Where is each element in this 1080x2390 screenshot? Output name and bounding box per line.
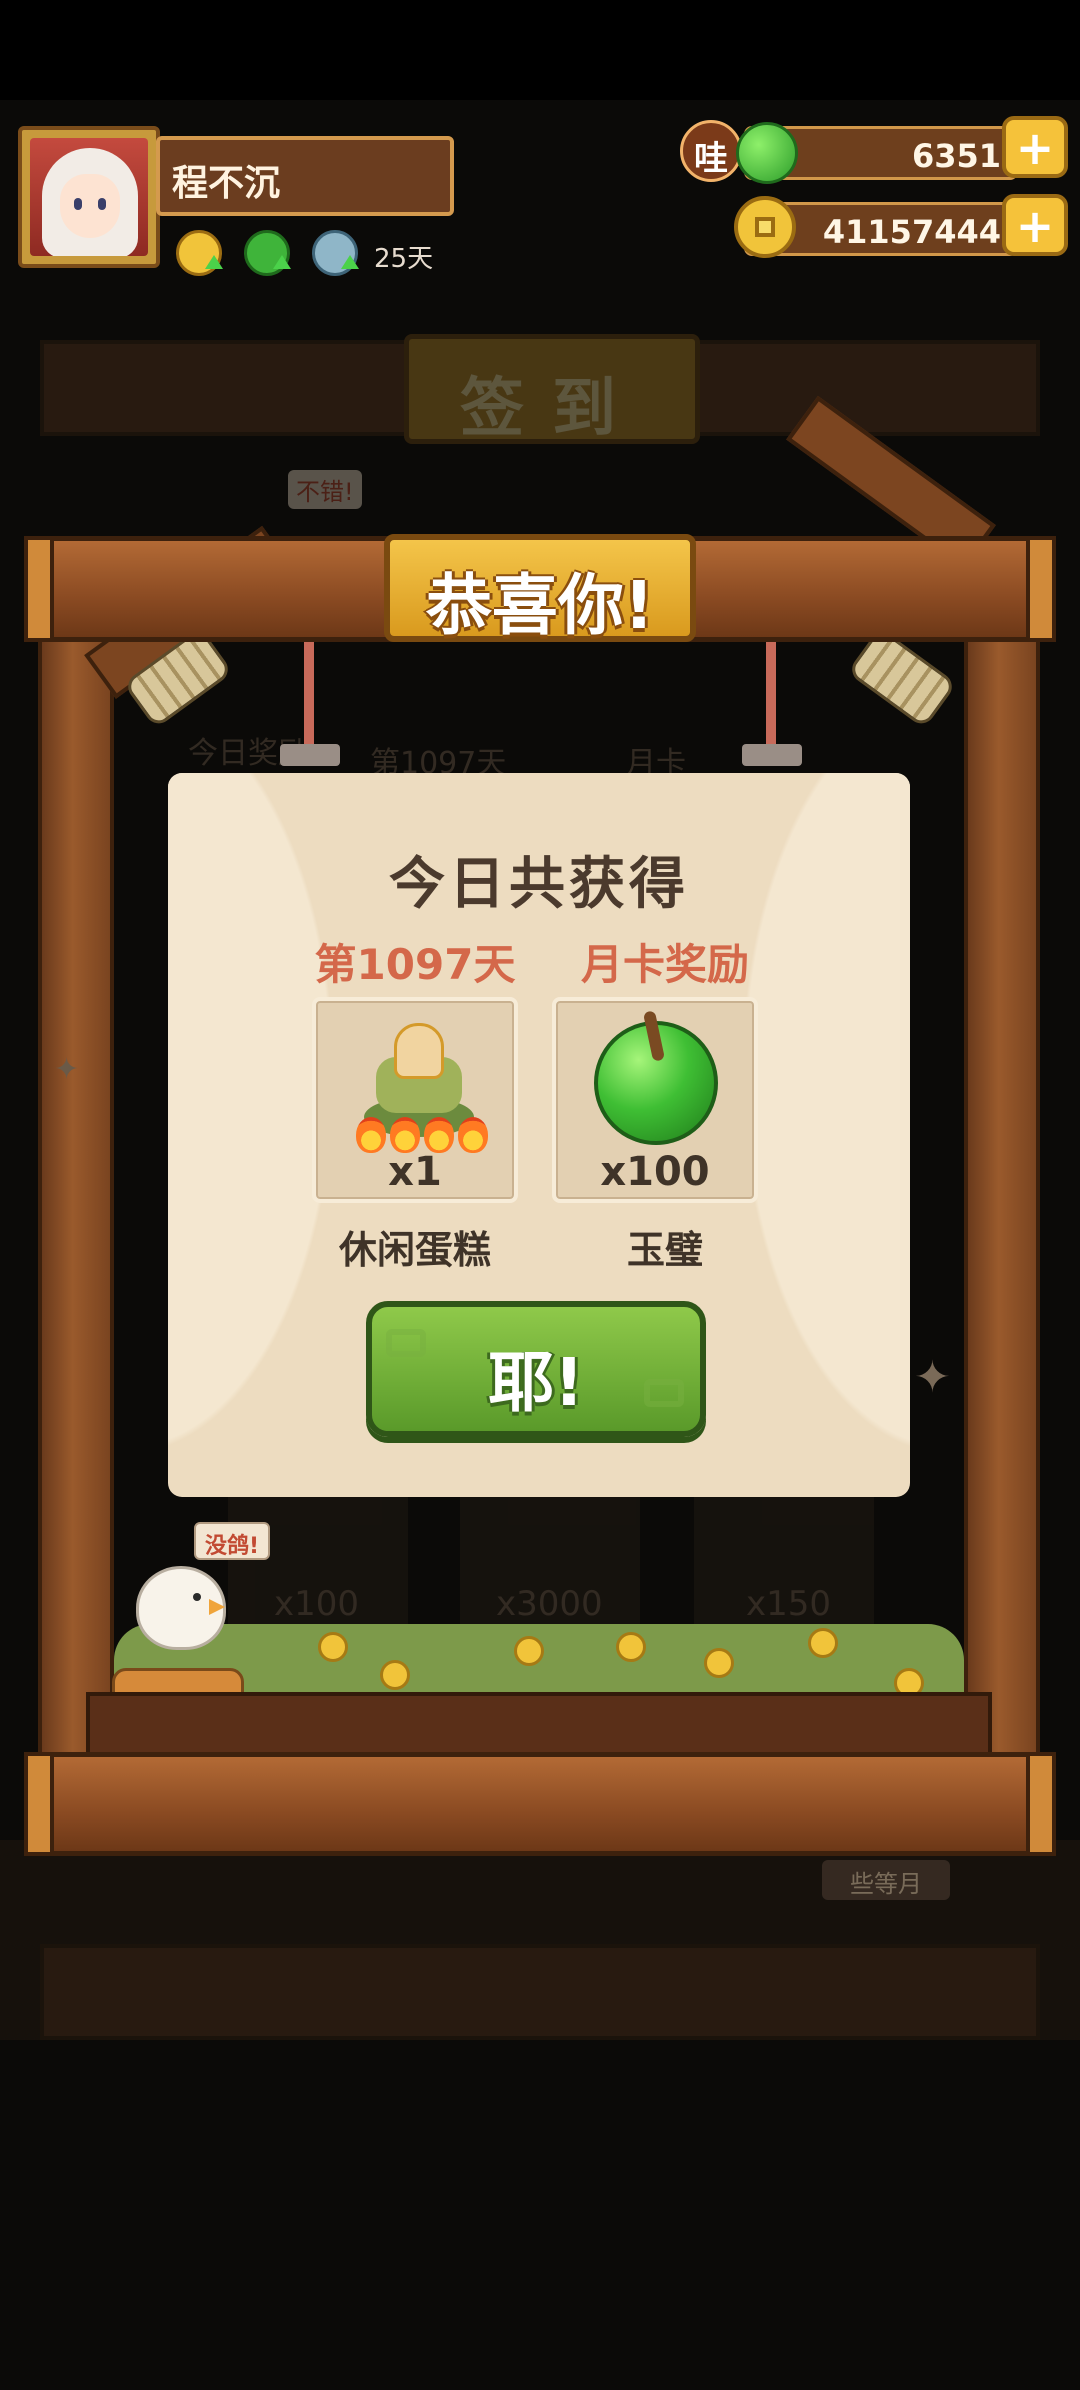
flower-icon bbox=[380, 1660, 410, 1690]
reward-name: 休闲蛋糕 bbox=[338, 1228, 491, 1272]
jade-badge-label: 哇 bbox=[694, 139, 728, 179]
reward-header-monthly: 月卡奖励 bbox=[580, 940, 749, 989]
congrats-banner-label: 恭喜你! bbox=[425, 567, 655, 644]
avatar-face bbox=[60, 174, 120, 238]
fire-icon bbox=[390, 1117, 420, 1153]
bg-slot-3-qty: x150 bbox=[746, 1584, 832, 1624]
avatar-eye-left bbox=[74, 198, 82, 210]
fire-icon bbox=[458, 1117, 488, 1153]
food-buff-icon[interactable] bbox=[312, 230, 359, 276]
frame-left-post bbox=[38, 560, 114, 1770]
flower-icon bbox=[318, 1632, 348, 1662]
bg-slot-2-qty: x3000 bbox=[496, 1584, 603, 1624]
buff-up-arrow-icon bbox=[273, 255, 291, 269]
buff-up-arrow-icon bbox=[341, 255, 359, 269]
chicken-mascot[interactable] bbox=[136, 1566, 226, 1650]
player-name: 程不沉 bbox=[172, 163, 281, 204]
add-jade-button[interactable]: + bbox=[1002, 116, 1068, 178]
stage-ledge bbox=[86, 1692, 992, 1756]
frame-bottom-beam-left-cap bbox=[24, 1752, 54, 1856]
reward-slot-jade[interactable]: x100 bbox=[552, 997, 758, 1203]
coin-icon bbox=[734, 196, 796, 258]
card-clip-left bbox=[280, 744, 340, 766]
plus-icon: + bbox=[1015, 121, 1055, 175]
player-name-box[interactable]: 程不沉 bbox=[156, 136, 454, 216]
avatar-eye-right bbox=[98, 198, 106, 210]
card-clip-right bbox=[742, 744, 802, 766]
player-avatar[interactable] bbox=[18, 126, 160, 268]
dialog-title: 今日共获得 bbox=[389, 852, 689, 917]
card-hanger-right bbox=[766, 642, 776, 746]
checkin-plaque: 签到 bbox=[404, 334, 700, 446]
bg-slot-1-qty: x100 bbox=[274, 1584, 360, 1624]
avatar-portrait bbox=[30, 138, 148, 256]
jade-icon bbox=[736, 122, 798, 184]
jade-amount: 6351 bbox=[911, 137, 1001, 175]
sparkle-icon: ✦ bbox=[914, 1352, 951, 1403]
flower-icon bbox=[808, 1628, 838, 1658]
add-coin-button[interactable]: + bbox=[1002, 194, 1068, 256]
confirm-button-label: 耶! bbox=[487, 1344, 585, 1421]
fire-icon bbox=[356, 1117, 386, 1153]
jade-buff-icon[interactable] bbox=[244, 230, 291, 276]
reward-header-daily: 第1097天 bbox=[314, 940, 516, 989]
flower-icon bbox=[616, 1632, 646, 1662]
reward-quantity: x1 bbox=[388, 1149, 442, 1195]
confirm-button[interactable]: 耶! bbox=[366, 1301, 706, 1437]
background-sign: 些等月 bbox=[822, 1860, 950, 1900]
buff-days-remaining: 25天 bbox=[374, 244, 434, 274]
checkin-plaque-label: 签到 bbox=[460, 372, 644, 446]
frame-top-beam-right-cap bbox=[1026, 536, 1056, 642]
chicken-speech-bubble: 没鸽! bbox=[194, 1522, 270, 1560]
chicken-speech-text: 没鸽! bbox=[204, 1534, 260, 1559]
reward-name: 玉璧 bbox=[626, 1228, 703, 1272]
background-sign-label: 些等月 bbox=[850, 1870, 922, 1898]
flower-icon bbox=[514, 1636, 544, 1666]
card-hanger-left bbox=[304, 642, 314, 746]
chicken-beak bbox=[209, 1599, 225, 1615]
reward-quantity: x100 bbox=[600, 1149, 710, 1195]
coin-amount: 41157444 bbox=[822, 213, 1001, 251]
frame-top-beam-left-cap bbox=[24, 536, 54, 642]
fire-icon bbox=[424, 1117, 454, 1153]
coin-hole bbox=[755, 217, 775, 237]
reward-dialog: 今日共获得 第1097天 x1 休闲蛋糕 月卡奖励 x100 玉璧 耶! bbox=[168, 773, 910, 1497]
chicken-eye bbox=[193, 1593, 201, 1601]
jade-badge: 哇 bbox=[680, 120, 742, 182]
frame-bottom-beam bbox=[24, 1752, 1056, 1856]
buff-up-arrow-icon bbox=[205, 255, 223, 269]
chat-bubble-top: 不错! bbox=[288, 470, 362, 509]
cake-figure bbox=[394, 1023, 444, 1079]
congrats-banner: 恭喜你! bbox=[384, 534, 696, 644]
frame-right-post bbox=[964, 560, 1040, 1770]
frame-bottom-beam-right-cap bbox=[1026, 1752, 1056, 1856]
background-bottom-beam bbox=[40, 1944, 1040, 2040]
plus-icon: + bbox=[1015, 199, 1055, 253]
reward-slot-cake[interactable]: x1 bbox=[312, 997, 518, 1203]
coin-buff-icon[interactable] bbox=[176, 230, 223, 276]
flower-icon bbox=[704, 1648, 734, 1678]
sparkle-icon: ✦ bbox=[54, 1052, 80, 1087]
